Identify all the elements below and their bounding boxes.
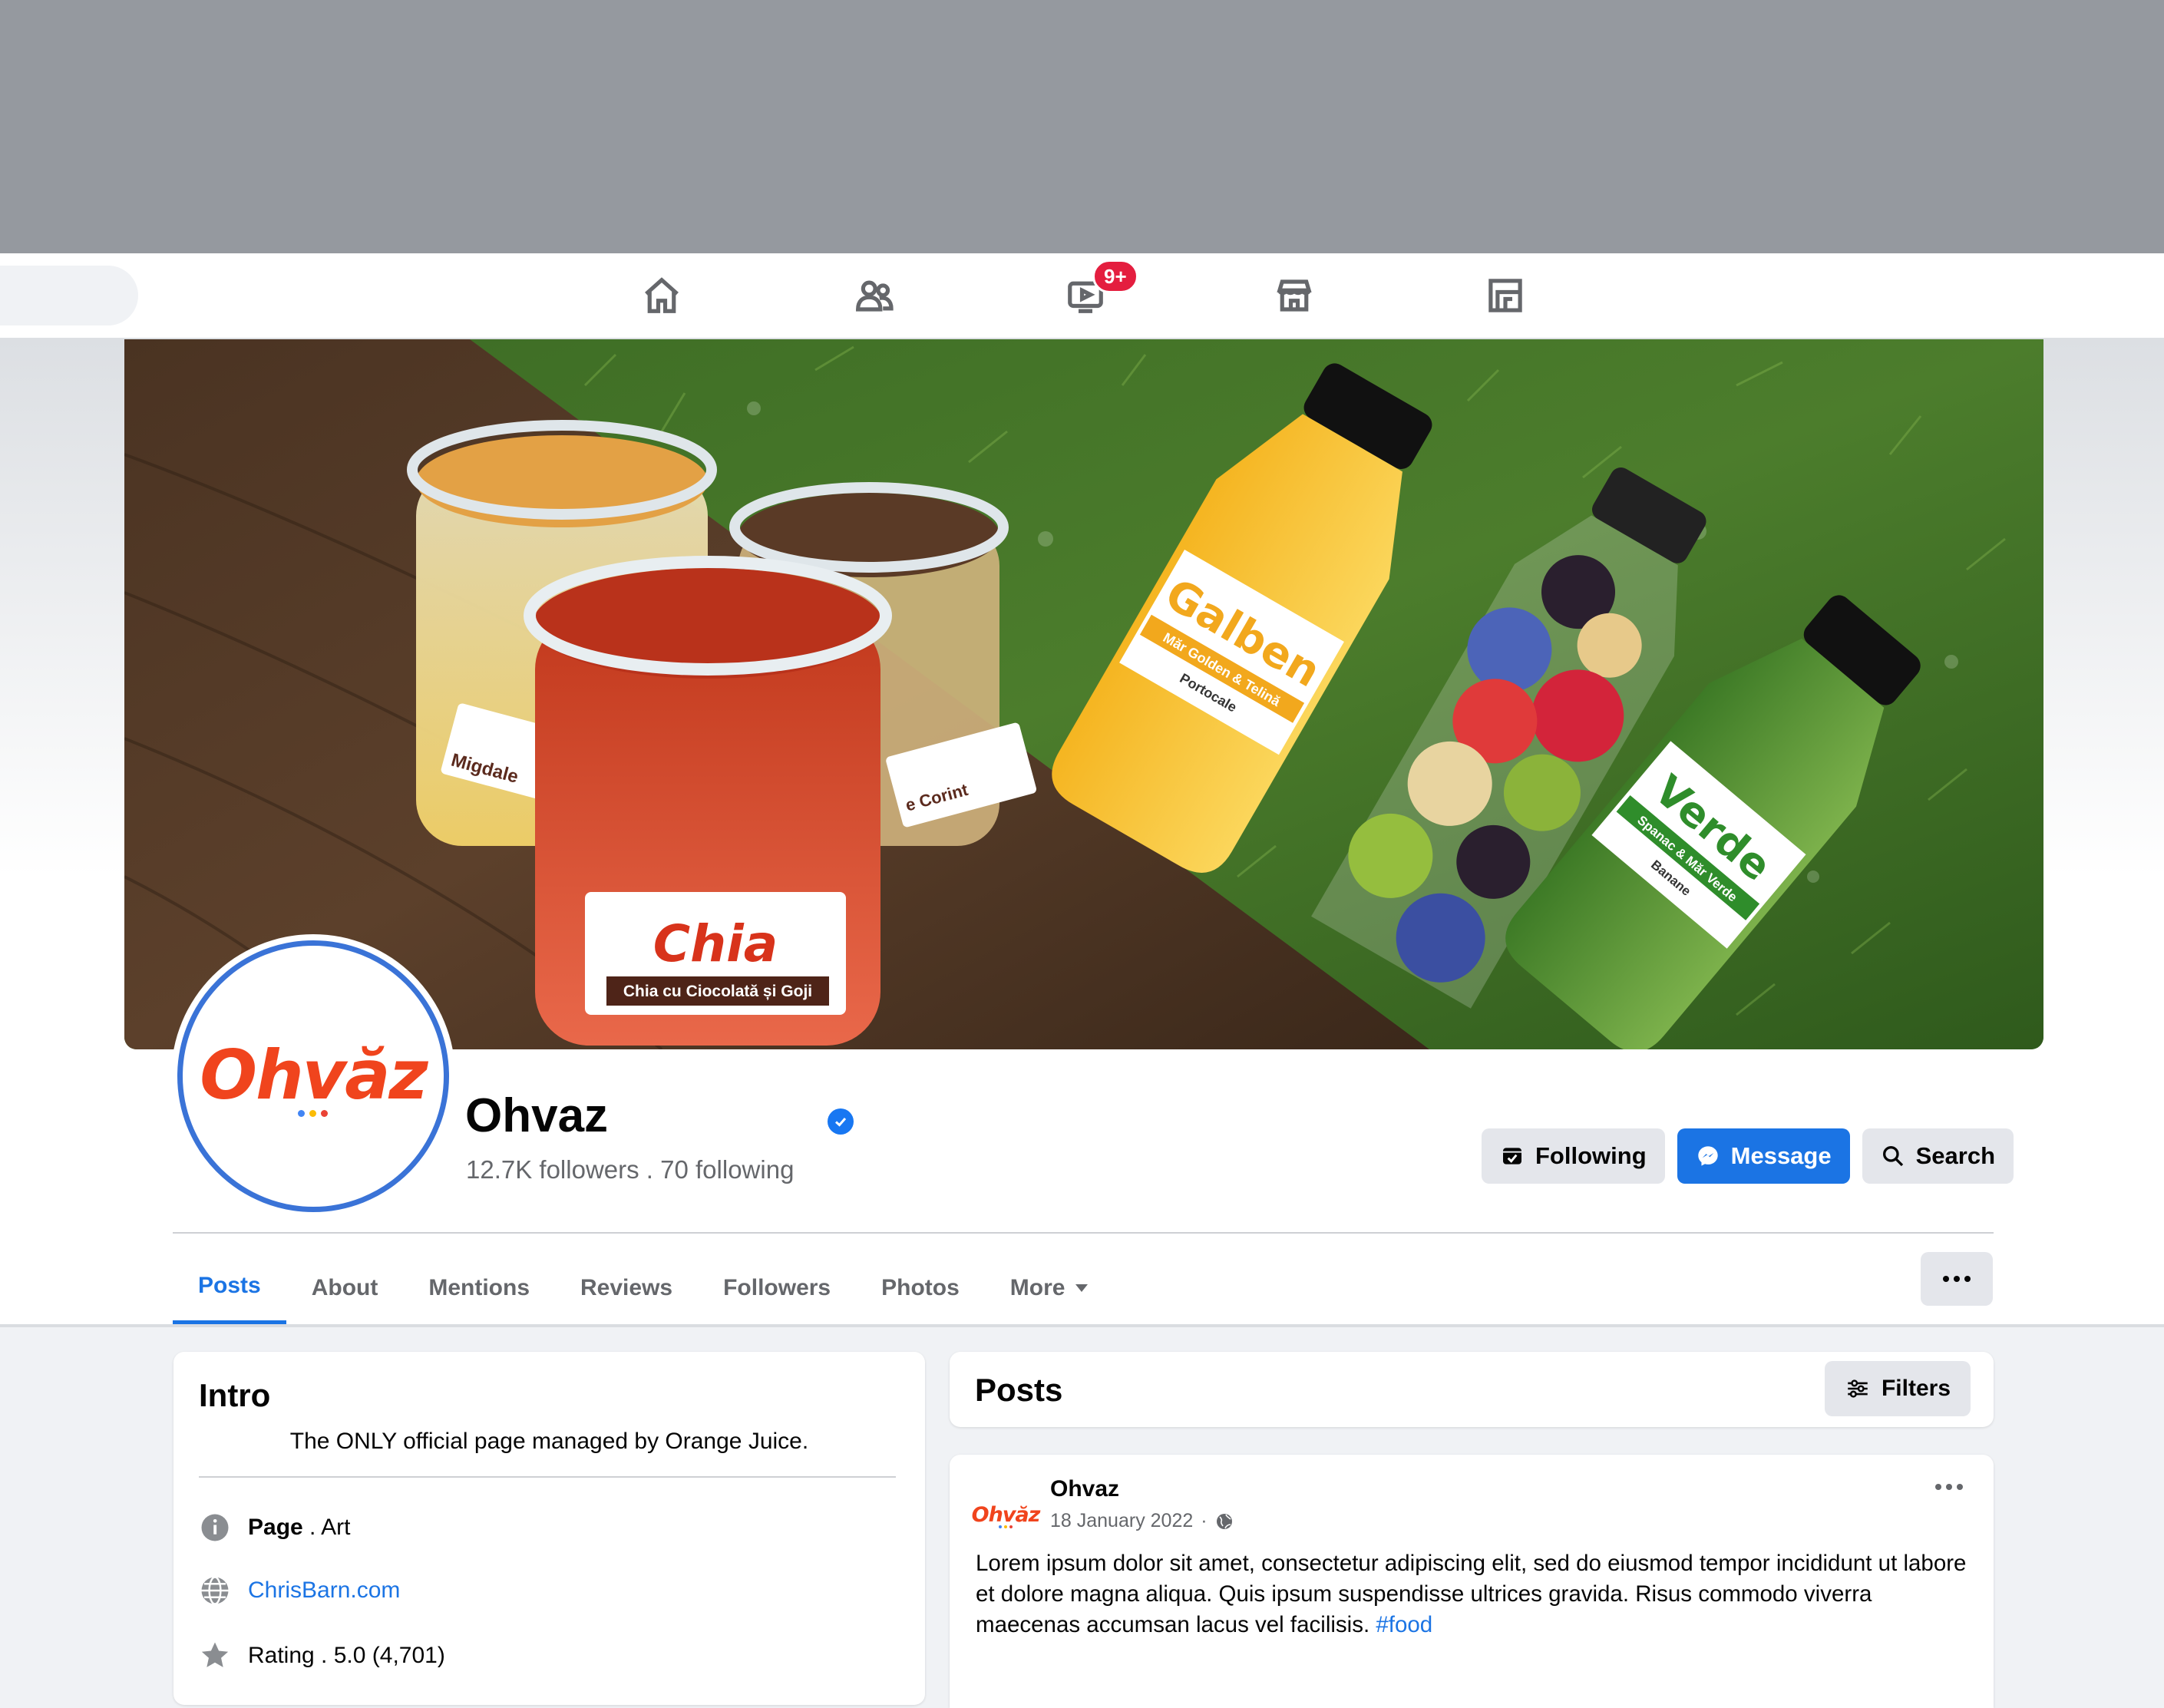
more-options-button[interactable] — [1921, 1252, 1993, 1306]
logo-dots — [298, 1110, 329, 1117]
cover-image: Migdale e Corint Chia Chia cu Ciocolată … — [124, 339, 2043, 1049]
intro-category-row: Page . Art — [199, 1511, 350, 1544]
logo-dot — [298, 1110, 306, 1117]
globe-icon — [201, 1576, 229, 1605]
ellipsis-icon — [1964, 1276, 1971, 1282]
post-logo-dots — [999, 1525, 1013, 1528]
intro-title: Intro — [199, 1377, 271, 1413]
message-button-label: Message — [1730, 1142, 1832, 1169]
page-title: Ohvaz — [465, 1089, 609, 1142]
gaming-icon — [1488, 279, 1522, 312]
checkmark-icon — [835, 1118, 847, 1127]
hashtag-link[interactable]: #food — [1376, 1612, 1432, 1637]
meta-separator: · — [1201, 1510, 1208, 1531]
rating-text: Rating . 5.0 (4,701) — [248, 1643, 445, 1668]
ellipsis-icon — [1943, 1276, 1949, 1282]
cover-photo[interactable]: Migdale e Corint Chia Chia cu Ciocolată … — [124, 339, 2043, 1049]
ellipsis-icon — [1935, 1484, 1941, 1490]
category-label: Page — [248, 1515, 303, 1540]
intro-divider — [199, 1476, 896, 1478]
logo-dot — [1009, 1525, 1013, 1528]
tab-followers[interactable]: Followers — [698, 1251, 856, 1324]
profile-actions: Following Message Search — [1482, 1128, 2014, 1184]
post-author-name[interactable]: Ohvaz — [1050, 1476, 1119, 1502]
friends-icon[interactable] — [852, 273, 897, 318]
search-input[interactable] — [0, 266, 138, 325]
marketplace-icon[interactable] — [1272, 273, 1317, 318]
home-icon[interactable] — [639, 273, 684, 318]
top-navigation-bar: 9+ — [0, 253, 2164, 339]
ellipsis-icon — [1954, 1276, 1960, 1282]
tab-more-label: More — [1009, 1274, 1065, 1300]
post-meta: 18 January 2022 · — [1050, 1510, 1234, 1532]
ellipsis-icon — [1957, 1484, 1963, 1490]
logo-dot — [999, 1525, 1002, 1528]
star-icon — [201, 1642, 229, 1667]
post-options-button[interactable] — [1935, 1484, 1963, 1490]
post-author-avatar[interactable]: Ohvăz — [972, 1485, 1040, 1545]
marketplace-icon — [1277, 279, 1312, 312]
profile-avatar[interactable]: Ohvăz — [177, 940, 449, 1212]
posts-header-card: Posts Filters — [950, 1352, 1994, 1427]
notification-badge: 9+ — [1092, 259, 1138, 293]
follower-counts: 12.7K followers . 70 following — [466, 1155, 794, 1184]
profile-tabs: Posts About Mentions Reviews Followers P… — [173, 1251, 1113, 1326]
following-check-icon — [1503, 1148, 1521, 1165]
caret-down-icon — [1075, 1283, 1089, 1292]
logo-dot — [1004, 1525, 1007, 1528]
brand-logo: Ohvăz — [200, 1036, 428, 1117]
tab-about[interactable]: About — [286, 1251, 404, 1324]
count-separator: . — [639, 1155, 661, 1184]
logo-text: Ohvăz — [200, 1036, 428, 1115]
post-logo-text: Ohvăz — [971, 1502, 1041, 1527]
home-icon — [645, 277, 679, 313]
public-globe-icon — [1216, 1513, 1232, 1529]
tab-reviews[interactable]: Reviews — [555, 1251, 698, 1324]
filters-label: Filters — [1881, 1376, 1951, 1401]
following-link[interactable]: 70 following — [660, 1155, 794, 1184]
following-button-label: Following — [1535, 1142, 1647, 1169]
followers-link[interactable]: 12.7K followers — [466, 1155, 639, 1184]
search-icon — [1882, 1146, 1903, 1167]
friends-icon — [856, 280, 894, 312]
filters-icon — [1848, 1379, 1868, 1398]
filters-button[interactable]: Filters — [1824, 1361, 1971, 1416]
post-body: Lorem ipsum dolor sit amet, consectetur … — [976, 1548, 1974, 1640]
intro-bio: The ONLY official page managed by Orange… — [289, 1429, 809, 1454]
search-button-label: Search — [1915, 1142, 1996, 1169]
website-link[interactable]: ChrisBarn.com — [248, 1578, 400, 1604]
intro-website-row: ChrisBarn.com — [199, 1574, 400, 1607]
search-button[interactable]: Search — [1862, 1128, 2014, 1184]
jar-front-subtitle: Chia cu Ciocolată și Goji — [623, 983, 812, 1000]
posts-title: Posts — [975, 1372, 1063, 1408]
jar-front-title: Chia — [653, 914, 778, 973]
browser-top-area — [0, 0, 2164, 253]
tab-mentions[interactable]: Mentions — [403, 1251, 555, 1324]
jar-front: Chia Chia cu Ciocolată și Goji — [524, 556, 892, 1046]
header-divider — [173, 1232, 1994, 1234]
intro-card: Intro The ONLY official page managed by … — [173, 1352, 925, 1705]
verified-badge-icon — [828, 1108, 854, 1135]
ellipsis-icon — [1946, 1484, 1952, 1490]
post-text: Lorem ipsum dolor sit amet, consectetur … — [976, 1551, 1967, 1637]
logo-dot — [309, 1110, 317, 1117]
post-date[interactable]: 18 January 2022 — [1050, 1510, 1193, 1532]
message-button[interactable]: Message — [1677, 1128, 1850, 1184]
tab-posts[interactable]: Posts — [173, 1251, 286, 1324]
following-button[interactable]: Following — [1482, 1128, 1665, 1184]
gaming-icon[interactable] — [1483, 273, 1528, 318]
logo-dot — [321, 1110, 329, 1117]
category-value: . Art — [302, 1515, 351, 1540]
messenger-icon — [1697, 1146, 1718, 1166]
info-icon — [201, 1514, 229, 1541]
post-card: Ohvăz Ohvaz 18 January 2022 · Lorem ipsu… — [950, 1455, 1994, 1708]
tab-more[interactable]: More — [985, 1251, 1114, 1324]
watch-icon[interactable]: 9+ — [1063, 259, 1138, 318]
intro-rating-row: Rating . 5.0 (4,701) — [199, 1640, 445, 1672]
tab-photos[interactable]: Photos — [856, 1251, 985, 1324]
